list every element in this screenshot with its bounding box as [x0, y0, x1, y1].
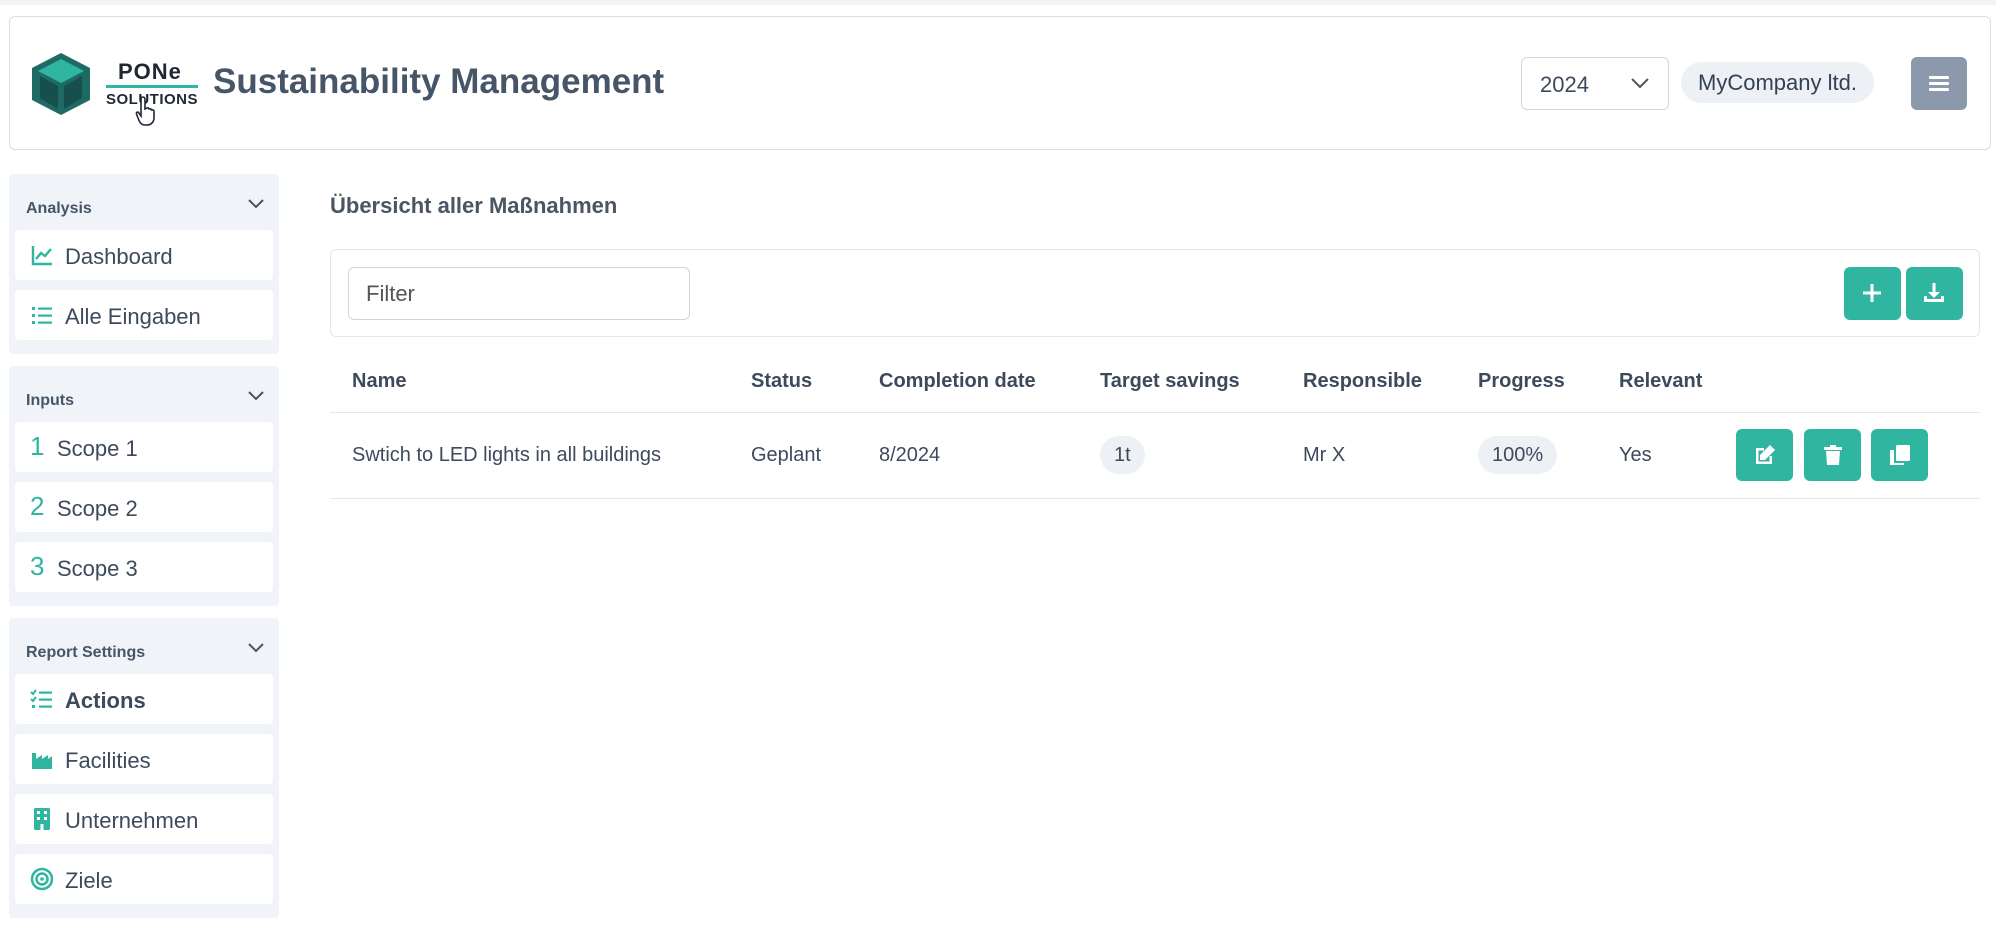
column-header-status[interactable]: Status: [729, 352, 857, 413]
download-icon: [1924, 283, 1944, 302]
sidebar-group-report-settings: Report Settings Actions Facilities Unter…: [9, 618, 279, 918]
chevron-down-icon: [1631, 78, 1649, 89]
sidebar-group-header-inputs[interactable]: Inputs: [15, 372, 273, 422]
sidebar-item-dashboard[interactable]: Dashboard: [15, 230, 273, 280]
sidebar-item-unternehmen[interactable]: Unternehmen: [15, 794, 273, 844]
hamburger-icon-bar: [1929, 88, 1949, 91]
column-header-name[interactable]: Name: [330, 352, 729, 413]
download-button[interactable]: [1906, 267, 1963, 320]
trash-icon: [1823, 445, 1842, 465]
cell-status: Geplant: [729, 412, 857, 499]
hand-cursor-icon: [135, 96, 155, 126]
sidebar-item-label: Facilities: [65, 748, 151, 773]
cell-progress: 100%: [1456, 412, 1597, 499]
cell-target-savings: 1t: [1078, 412, 1281, 499]
sidebar-group-analysis: Analysis Dashboard Alle Eingaben: [9, 174, 279, 354]
logo-divider: [106, 85, 198, 88]
column-header-target-savings[interactable]: Target savings: [1078, 352, 1281, 413]
year-select[interactable]: 2024: [1521, 57, 1669, 110]
sidebar-group-label: Inputs: [26, 392, 74, 409]
sidebar-item-facilities[interactable]: Facilities: [15, 734, 273, 784]
progress-pill: 100%: [1478, 436, 1558, 474]
scope-number-icon: 2: [30, 491, 45, 521]
sidebar-item-label: Scope 2: [57, 496, 138, 521]
sidebar-item-label: Dashboard: [65, 244, 173, 269]
sidebar-group-header-analysis[interactable]: Analysis: [15, 180, 273, 230]
measures-table: Name Status Completion date Target savin…: [330, 352, 1980, 499]
app-header: PONe SOLUTIONS Sustainability Management…: [9, 16, 1991, 150]
page-title: Übersicht aller Maßnahmen: [330, 193, 618, 218]
column-header-relevant[interactable]: Relevant: [1597, 352, 1736, 413]
sidebar: Analysis Dashboard Alle Eingaben Inputs …: [9, 174, 279, 930]
sidebar-item-actions[interactable]: Actions: [15, 674, 273, 724]
sidebar-group-header-report-settings[interactable]: Report Settings: [15, 624, 273, 674]
company-logo[interactable]: PONe SOLUTIONS: [30, 51, 206, 126]
cell-responsible: Mr X: [1281, 412, 1456, 499]
scope-number-icon: 3: [30, 551, 45, 581]
add-button[interactable]: [1844, 267, 1901, 320]
sidebar-group-label: Report Settings: [26, 644, 146, 661]
list-icon: [32, 307, 52, 324]
plus-icon: [1863, 284, 1881, 302]
menu-toggle-button[interactable]: [1911, 57, 1967, 110]
copy-icon: [1890, 445, 1911, 465]
filter-input[interactable]: [348, 267, 690, 320]
table-toolbar: [330, 249, 1980, 337]
top-strip: [0, 0, 1996, 5]
table-row: Swtich to LED lights in all buildings Ge…: [330, 412, 1980, 499]
year-select-value: 2024: [1540, 72, 1589, 97]
app-title: Sustainability Management: [213, 62, 665, 101]
cell-name: Swtich to LED lights in all buildings: [330, 412, 729, 499]
sidebar-item-label: Scope 1: [57, 436, 138, 461]
chevron-down-icon: [248, 391, 264, 401]
chevron-down-icon: [248, 199, 264, 209]
cell-actions: [1736, 412, 1980, 499]
target-savings-pill: 1t: [1100, 436, 1145, 474]
chevron-down-icon: [248, 643, 264, 653]
sidebar-item-scope-1[interactable]: 1 Scope 1: [15, 422, 273, 472]
sidebar-item-ziele[interactable]: Ziele: [15, 854, 273, 904]
cell-relevant: Yes: [1597, 412, 1736, 499]
table-header-row: Name Status Completion date Target savin…: [330, 352, 1980, 413]
sidebar-group-label: Analysis: [26, 200, 92, 217]
target-icon: [30, 867, 54, 891]
chart-line-icon: [31, 246, 52, 266]
sidebar-group-inputs: Inputs 1 Scope 1 2 Scope 2 3 Scope 3: [9, 366, 279, 606]
logo-text-top: PONe: [118, 59, 182, 84]
sidebar-item-label: Alle Eingaben: [65, 304, 201, 329]
company-badge: MyCompany ltd.: [1681, 62, 1874, 103]
sidebar-item-label: Ziele: [65, 868, 113, 893]
edit-button[interactable]: [1736, 429, 1793, 481]
sidebar-item-scope-2[interactable]: 2 Scope 2: [15, 482, 273, 532]
sidebar-item-label: Scope 3: [57, 556, 138, 581]
edit-icon: [1756, 445, 1775, 464]
delete-button[interactable]: [1803, 429, 1861, 481]
duplicate-button[interactable]: [1871, 429, 1929, 481]
column-header-completion-date[interactable]: Completion date: [857, 352, 1078, 413]
column-header-responsible[interactable]: Responsible: [1281, 352, 1456, 413]
hamburger-icon: [1929, 76, 1949, 79]
sidebar-item-label: Unternehmen: [65, 808, 199, 833]
cell-completion-date: 8/2024: [857, 412, 1078, 499]
sidebar-item-scope-3[interactable]: 3 Scope 3: [15, 542, 273, 592]
hamburger-icon-bar: [1929, 82, 1949, 85]
tasks-icon: [30, 689, 52, 708]
sidebar-item-label: Actions: [65, 688, 146, 713]
column-header-progress[interactable]: Progress: [1456, 352, 1597, 413]
logo-cube-icon: [32, 53, 90, 115]
building-icon: [34, 808, 50, 830]
sidebar-item-alle-eingaben[interactable]: Alle Eingaben: [15, 290, 273, 340]
scope-number-icon: 1: [30, 431, 45, 461]
column-header-actions: [1736, 352, 1980, 413]
industry-icon: [32, 753, 52, 769]
